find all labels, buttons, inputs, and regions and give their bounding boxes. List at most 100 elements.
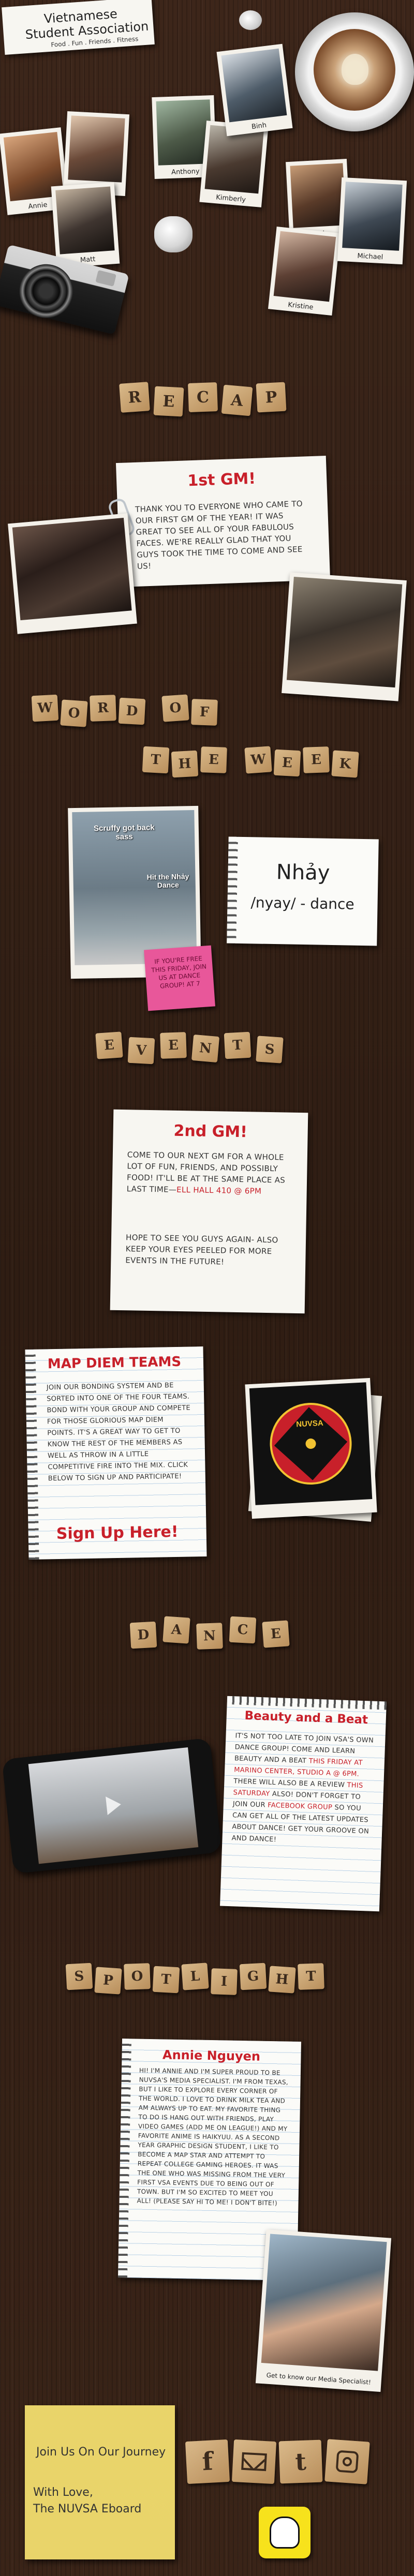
spotlight-name: Annie Nguyen: [162, 2047, 261, 2064]
footer-sticky-note: Join Us On Our Journey With Love, The NU…: [25, 2405, 175, 2559]
letter-tile: E: [273, 749, 301, 777]
map-diem-note: MAP DIEM TEAMS Join our bonding system a…: [25, 1346, 207, 1560]
wotw-heading-tiles-2: T H E W E E K: [142, 746, 359, 778]
letter-tile: E: [95, 1031, 123, 1059]
recap-heading-tiles: R E C A P: [119, 382, 287, 417]
letter-tile: D: [129, 1621, 157, 1649]
letter-tile: H: [268, 1966, 296, 1994]
eboard-name: Kristine: [287, 301, 314, 312]
letter-tile: T: [224, 1031, 252, 1059]
letter-tile: O: [161, 694, 189, 722]
twitter-icon[interactable]: t: [278, 2439, 323, 2484]
letter-tile: A: [221, 384, 253, 416]
map-diem-title: MAP DIEM TEAMS: [47, 1354, 182, 1372]
letter-tile: N: [196, 1623, 223, 1650]
footer-line2: With Love,: [33, 2486, 93, 2499]
recap-title: 1st GM!: [187, 469, 256, 490]
letter-tile: F: [191, 699, 218, 726]
letter-tile: E: [262, 1620, 290, 1648]
meme-bottom-text: Hit the Nhảy Dance: [146, 872, 189, 890]
facebook-group-link[interactable]: Facebook Group: [268, 1802, 332, 1811]
footer-line3: The NUVSA Eboard: [33, 2503, 142, 2515]
sticky-note: If you're free this Friday, join us at D…: [144, 945, 215, 1011]
phone-video[interactable]: [2, 1738, 222, 1874]
nuvsa-logo-photo: NUVSA: [245, 1377, 377, 1519]
letter-tile: V: [127, 1037, 155, 1065]
dance-title: Beauty and a Beat: [244, 1709, 368, 1727]
dance-heading-tiles: D A N C E: [129, 1616, 290, 1650]
coffee-cup-icon: [295, 12, 414, 131]
dance-note: Beauty and a Beat It's not too late to j…: [220, 1696, 387, 1912]
spotlight-photo: Get to know our Media Specialist!: [255, 2229, 392, 2392]
letter-tile: T: [152, 1966, 180, 1994]
letter-tile: W: [244, 746, 272, 774]
events-title: 2nd GM!: [173, 1121, 248, 1142]
group-photo: [12, 517, 132, 621]
snapchat-icon[interactable]: [259, 2507, 310, 2558]
portrait-photo: [68, 115, 125, 183]
letter-tile: R: [90, 695, 116, 722]
letter-tile: K: [331, 750, 359, 778]
eboard-name: Michael: [357, 252, 383, 262]
letter-tile: I: [211, 1968, 238, 1995]
portrait-photo: [273, 231, 336, 302]
sticky-note-text: If you're free this Friday, join us at D…: [151, 954, 207, 990]
spotlight-photo-caption: Get to know our Media Specialist!: [266, 2371, 372, 2386]
spotlight-body: Hi! I'm Annie and I'm super proud to be …: [137, 2066, 289, 2207]
sign-up-link[interactable]: Sign Up Here!: [28, 1522, 206, 1544]
letter-tile: O: [60, 699, 88, 727]
letter-tile: W: [31, 694, 59, 722]
letter-tile: S: [65, 1963, 93, 1990]
instagram-icon[interactable]: [324, 2439, 370, 2484]
letter-tile: P: [256, 382, 287, 413]
letter-tile: H: [171, 750, 199, 778]
letter-tile: R: [119, 382, 150, 413]
footer-line1: Join Us On Our Journey: [36, 2446, 166, 2459]
letter-tile: O: [124, 1963, 151, 1990]
play-icon[interactable]: [106, 1795, 122, 1815]
dog-meme-image: Scruffy got back sass Hit the Nhảy Dance: [72, 810, 197, 966]
letter-tile: C: [188, 382, 218, 412]
mail-icon[interactable]: [231, 2439, 277, 2484]
eboard-photo: Binh: [216, 43, 293, 137]
events-body: Come to our next GM for a whole lot of f…: [127, 1149, 293, 1197]
letter-tile: L: [181, 1963, 209, 1990]
meme-top-text: Scruffy got back sass: [93, 823, 155, 842]
letter-tile: N: [191, 1034, 220, 1063]
portrait-photo: [204, 125, 264, 194]
events-note: 2nd GM! Come to our next GM for a whole …: [110, 1109, 308, 1314]
letter-tile: G: [239, 1963, 267, 1990]
nuvsa-logo: NUVSA: [268, 1400, 354, 1487]
dance-body: It's not too late to join VSA's own danc…: [231, 1730, 377, 1849]
letter-tile: S: [256, 1036, 284, 1064]
spotlight-heading-tiles: S P O T L I G H T: [65, 1963, 324, 1995]
letter-tile: T: [142, 746, 170, 774]
map-diem-body: Join our bonding system and be sorted in…: [46, 1382, 191, 1483]
social-links: f t: [185, 2439, 370, 2484]
recap-body: Thank you to everyone who came to our fi…: [135, 499, 303, 571]
org-title-card: Vietnamese Student Association Food . Fu…: [2, 0, 155, 55]
word-pronunciation: /nyay/ - dance: [250, 894, 354, 913]
events-location: Ell Hall 410 @ 6pm: [176, 1185, 262, 1196]
dance-body-text: There will also be a review: [233, 1777, 347, 1789]
letter-tile: P: [94, 1967, 122, 1995]
events-heading-tiles: E V E N T S: [95, 1031, 284, 1065]
crumpled-paper-icon: [239, 10, 262, 30]
word-title: Nhảy: [276, 860, 330, 885]
events-body-2: Hope to see you guys again- also keep yo…: [125, 1233, 278, 1267]
logo-photo-stack: NUVSA: [245, 1377, 384, 1522]
facebook-icon[interactable]: f: [185, 2439, 230, 2484]
portrait-photo: [261, 2234, 387, 2371]
portrait-photo: [290, 163, 346, 228]
eboard-photo: Michael: [337, 177, 407, 265]
letter-tile: D: [118, 697, 146, 725]
letter-tile: E: [200, 746, 227, 773]
eboard-photo: Kristine: [268, 226, 341, 316]
group-photo: [286, 576, 403, 688]
recap-photo-left: [8, 513, 137, 634]
wotw-heading-tiles: W O R D O F: [31, 694, 218, 727]
letter-tile: C: [229, 1616, 257, 1644]
crumpled-paper-icon: [154, 216, 193, 252]
word-card: Nhảy /nyay/ - dance: [227, 836, 379, 946]
letter-tile: E: [160, 1032, 187, 1059]
